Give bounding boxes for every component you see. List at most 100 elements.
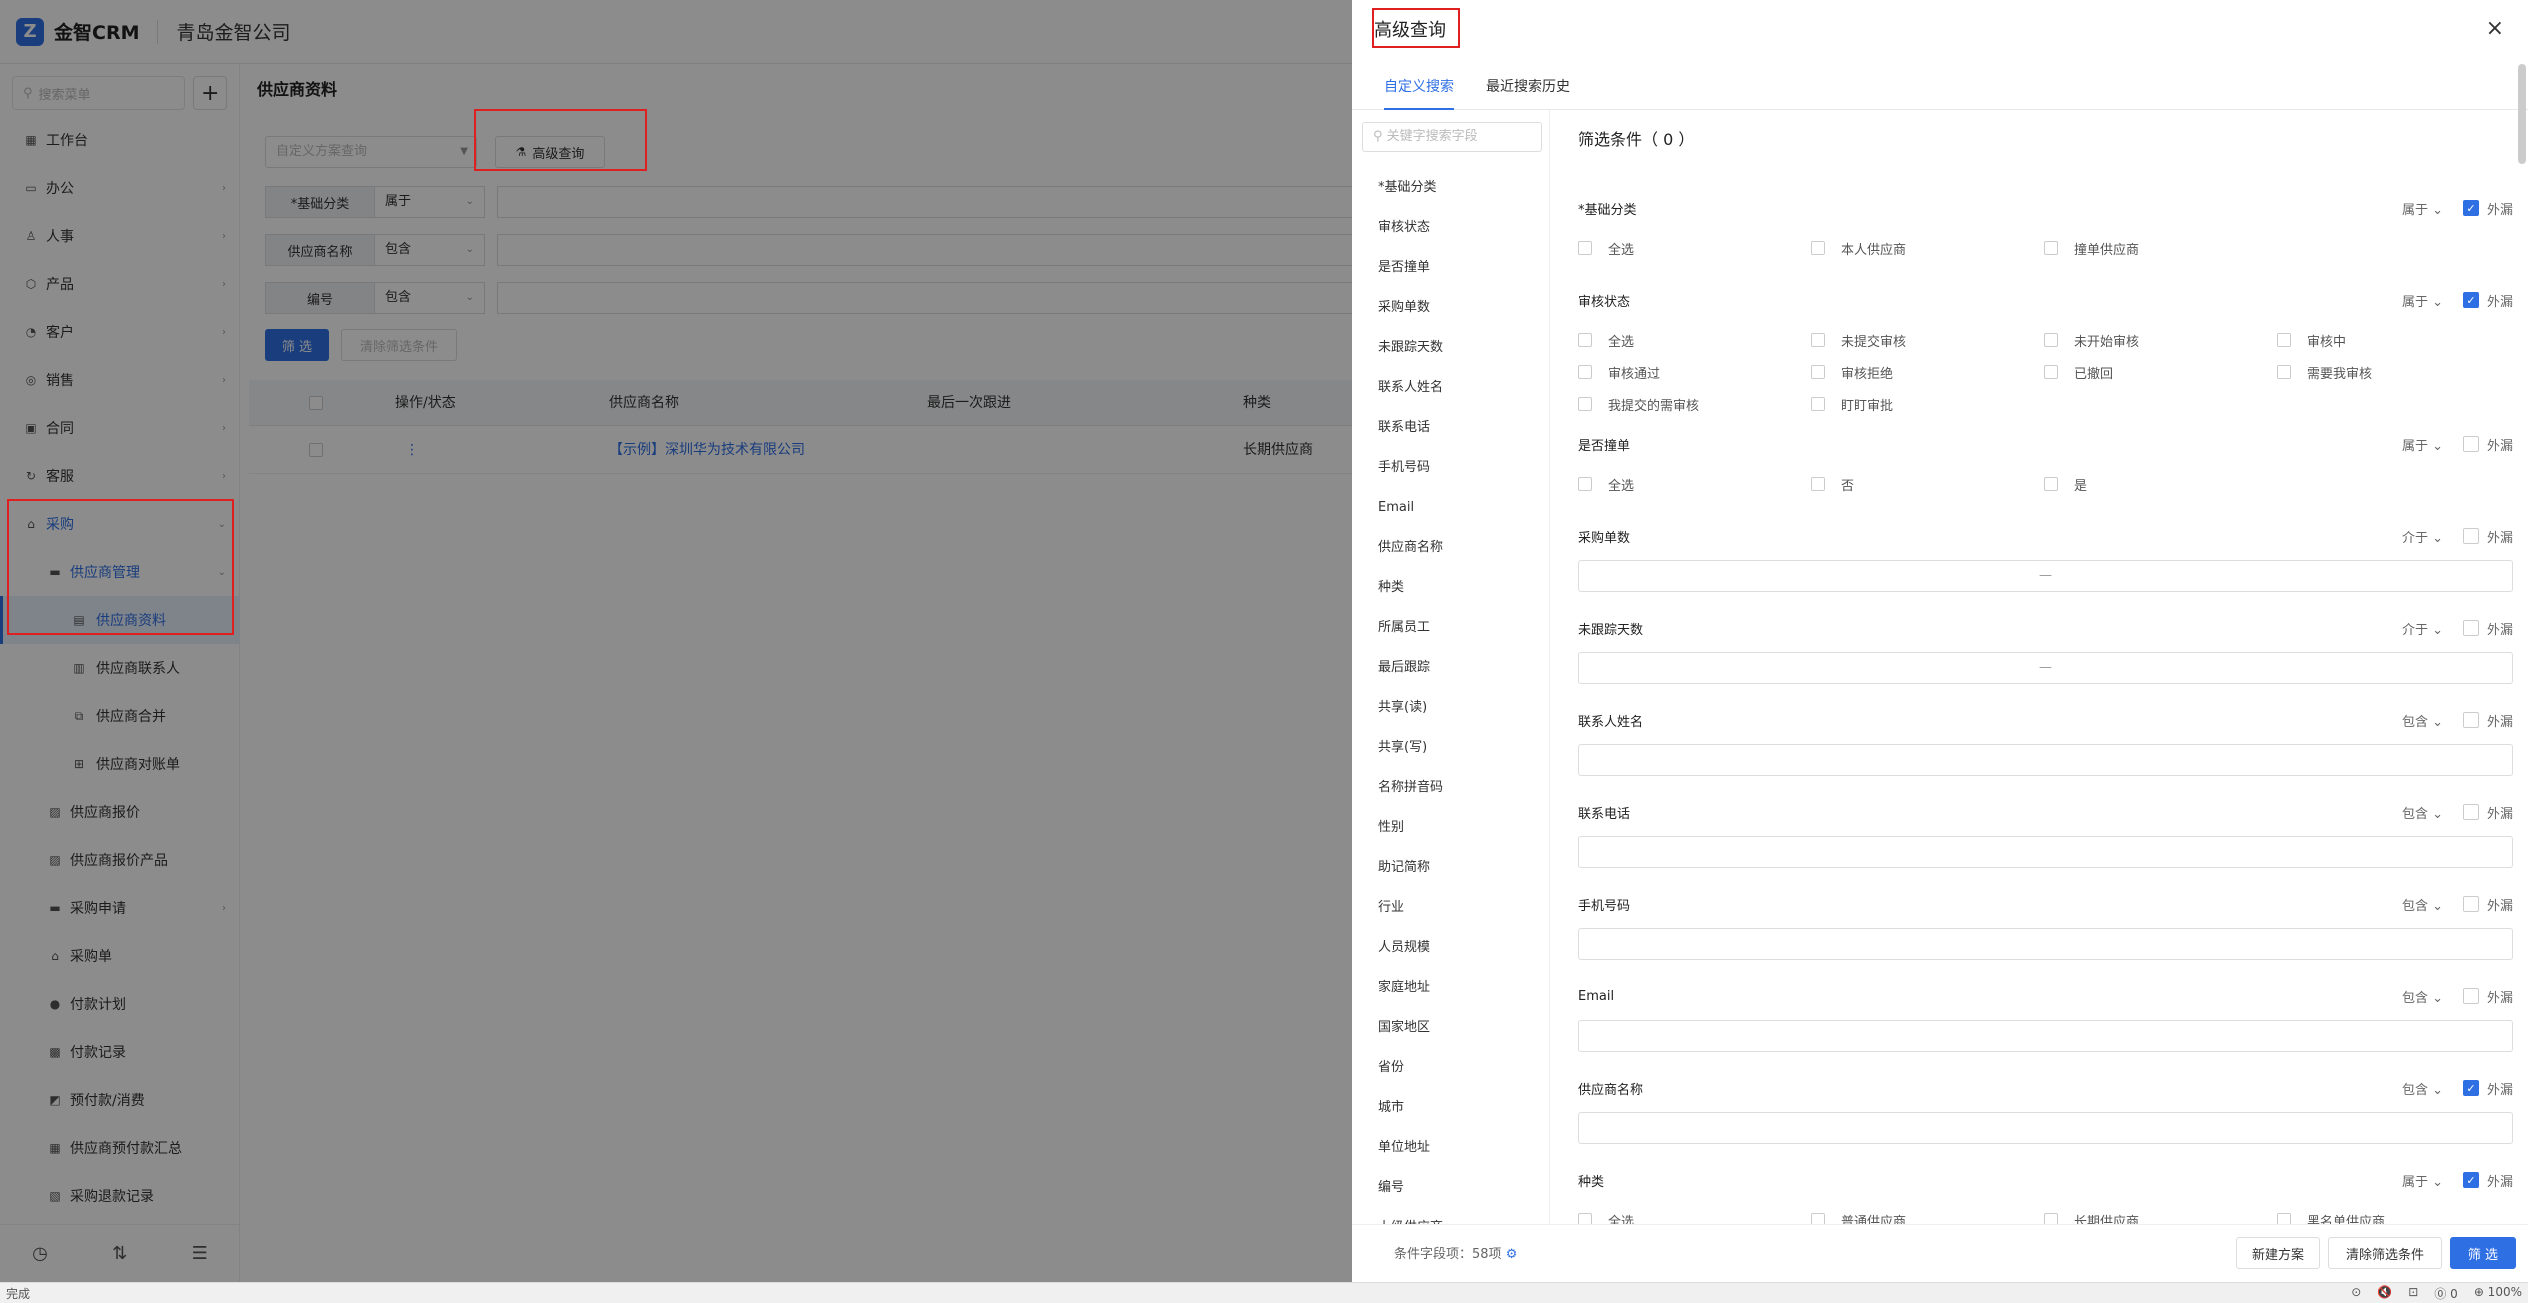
- checkbox[interactable]: [1811, 397, 1825, 411]
- checkbox[interactable]: [2044, 477, 2058, 491]
- field-list-item[interactable]: 家庭地址: [1378, 968, 1443, 1008]
- mute-icon[interactable]: 🔇: [2377, 1285, 2392, 1302]
- checkbox[interactable]: [1578, 477, 1592, 491]
- condition-input[interactable]: —: [1578, 652, 2513, 684]
- checkbox[interactable]: [2044, 1213, 2058, 1224]
- field-search-input[interactable]: ⚲ 关键字搜索字段: [1362, 122, 1542, 152]
- option-checkbox[interactable]: 审核通过: [1578, 356, 1811, 388]
- checkbox[interactable]: [1578, 397, 1592, 411]
- tab-custom-search[interactable]: 自定义搜索: [1384, 76, 1454, 110]
- field-list-item[interactable]: 手机号码: [1378, 448, 1443, 488]
- apply-filter-button[interactable]: 筛 选: [2450, 1237, 2516, 1269]
- option-checkbox[interactable]: 盯盯审批: [1811, 388, 2044, 420]
- field-list-item[interactable]: 联系电话: [1378, 408, 1443, 448]
- option-checkbox[interactable]: 审核中: [2277, 324, 2510, 356]
- field-list-item[interactable]: 所属员工: [1378, 608, 1443, 648]
- field-list-item[interactable]: 上级供应商: [1378, 1208, 1443, 1224]
- external-checkbox[interactable]: ✓: [2462, 1172, 2479, 1188]
- checkbox[interactable]: [2277, 365, 2291, 379]
- field-list-item[interactable]: 采购单数: [1378, 288, 1443, 328]
- external-checkbox[interactable]: [2462, 712, 2479, 728]
- tab-recent-history[interactable]: 最近搜索历史: [1486, 76, 1570, 110]
- checkbox[interactable]: [1811, 241, 1825, 255]
- field-list-item[interactable]: Email: [1378, 488, 1443, 528]
- condition-operator-select[interactable]: 属于 ⌄: [2402, 291, 2443, 310]
- condition-input[interactable]: [1578, 1112, 2513, 1144]
- field-list-item[interactable]: 种类: [1378, 568, 1443, 608]
- field-list-item[interactable]: 共享(写): [1378, 728, 1443, 768]
- settings-icon[interactable]: ⚙: [1506, 1247, 1518, 1262]
- zoom-level[interactable]: ⊕ 100%: [2474, 1285, 2522, 1302]
- checkbox[interactable]: [1578, 333, 1592, 347]
- checkbox[interactable]: [1578, 241, 1592, 255]
- field-list-item[interactable]: 行业: [1378, 888, 1443, 928]
- external-checkbox[interactable]: [2462, 436, 2479, 452]
- option-checkbox[interactable]: 未提交审核: [1811, 324, 2044, 356]
- option-checkbox[interactable]: 全选: [1578, 1204, 1811, 1224]
- checkbox[interactable]: [2044, 365, 2058, 379]
- field-list-item[interactable]: 编号: [1378, 1168, 1443, 1208]
- condition-input[interactable]: —: [1578, 560, 2513, 592]
- external-checkbox[interactable]: ✓: [2462, 292, 2479, 308]
- option-checkbox[interactable]: 全选: [1578, 324, 1811, 356]
- option-checkbox[interactable]: 普通供应商: [1811, 1204, 2044, 1224]
- field-list-item[interactable]: 国家地区: [1378, 1008, 1443, 1048]
- condition-operator-select[interactable]: 属于 ⌄: [2402, 199, 2443, 218]
- option-checkbox[interactable]: 我提交的需审核: [1578, 388, 1811, 420]
- checkbox[interactable]: [1811, 477, 1825, 491]
- field-list-item[interactable]: 审核状态: [1378, 208, 1443, 248]
- new-scheme-button[interactable]: 新建方案: [2236, 1237, 2320, 1269]
- checkbox[interactable]: [2044, 333, 2058, 347]
- option-checkbox[interactable]: 未开始审核: [2044, 324, 2277, 356]
- field-list-item[interactable]: 名称拼音码: [1378, 768, 1443, 808]
- external-checkbox[interactable]: [2462, 528, 2479, 544]
- field-list-item[interactable]: 性别: [1378, 808, 1443, 848]
- field-list-item[interactable]: *基础分类: [1378, 168, 1443, 208]
- capture-icon[interactable]: ⊡: [2408, 1285, 2418, 1302]
- option-checkbox[interactable]: 已撤回: [2044, 356, 2277, 388]
- external-checkbox[interactable]: [2462, 988, 2479, 1004]
- external-checkbox[interactable]: ✓: [2462, 200, 2479, 216]
- option-checkbox[interactable]: 全选: [1578, 468, 1811, 500]
- option-checkbox[interactable]: 审核拒绝: [1811, 356, 2044, 388]
- modal-overlay[interactable]: [0, 0, 1352, 1282]
- checkbox[interactable]: [1578, 1213, 1592, 1224]
- option-checkbox[interactable]: 撞单供应商: [2044, 232, 2277, 264]
- option-checkbox[interactable]: 全选: [1578, 232, 1811, 264]
- condition-operator-select[interactable]: 包含 ⌄: [2402, 895, 2443, 914]
- external-checkbox[interactable]: [2462, 620, 2479, 636]
- external-checkbox[interactable]: [2462, 804, 2479, 820]
- field-list-item[interactable]: 城市: [1378, 1088, 1443, 1128]
- external-checkbox[interactable]: ✓: [2462, 1080, 2479, 1096]
- field-list-item[interactable]: 未跟踪天数: [1378, 328, 1443, 368]
- checkbox[interactable]: [1578, 365, 1592, 379]
- clear-conditions-button[interactable]: 清除筛选条件: [2328, 1237, 2442, 1269]
- option-checkbox[interactable]: 长期供应商: [2044, 1204, 2277, 1224]
- option-checkbox[interactable]: 否: [1811, 468, 2044, 500]
- external-checkbox[interactable]: [2462, 896, 2479, 912]
- condition-input[interactable]: [1578, 744, 2513, 776]
- field-list-item[interactable]: 供应商名称: [1378, 528, 1443, 568]
- field-list-item[interactable]: 最后跟踪: [1378, 648, 1443, 688]
- condition-operator-select[interactable]: 介于 ⌄: [2402, 619, 2443, 638]
- condition-operator-select[interactable]: 包含 ⌄: [2402, 1079, 2443, 1098]
- field-list-item[interactable]: 共享(读): [1378, 688, 1443, 728]
- condition-operator-select[interactable]: 属于 ⌄: [2402, 1171, 2443, 1190]
- condition-operator-select[interactable]: 包含 ⌄: [2402, 711, 2443, 730]
- field-list-item[interactable]: 省份: [1378, 1048, 1443, 1088]
- option-checkbox[interactable]: 本人供应商: [1811, 232, 2044, 264]
- option-checkbox[interactable]: 需要我审核: [2277, 356, 2510, 388]
- field-list-item[interactable]: 人员规模: [1378, 928, 1443, 968]
- option-checkbox[interactable]: 是: [2044, 468, 2277, 500]
- condition-operator-select[interactable]: 包含 ⌄: [2402, 803, 2443, 822]
- field-list-item[interactable]: 是否撞单: [1378, 248, 1443, 288]
- condition-operator-select[interactable]: 介于 ⌄: [2402, 527, 2443, 546]
- checkbox[interactable]: [1811, 1213, 1825, 1224]
- field-list-item[interactable]: 助记简称: [1378, 848, 1443, 888]
- option-checkbox[interactable]: 黑名单供应商: [2277, 1204, 2510, 1224]
- condition-operator-select[interactable]: 属于 ⌄: [2402, 435, 2443, 454]
- field-list-item[interactable]: 联系人姓名: [1378, 368, 1443, 408]
- checkbox[interactable]: [2277, 333, 2291, 347]
- shield-icon[interactable]: ⊙: [2351, 1285, 2361, 1302]
- condition-input[interactable]: [1578, 1020, 2513, 1052]
